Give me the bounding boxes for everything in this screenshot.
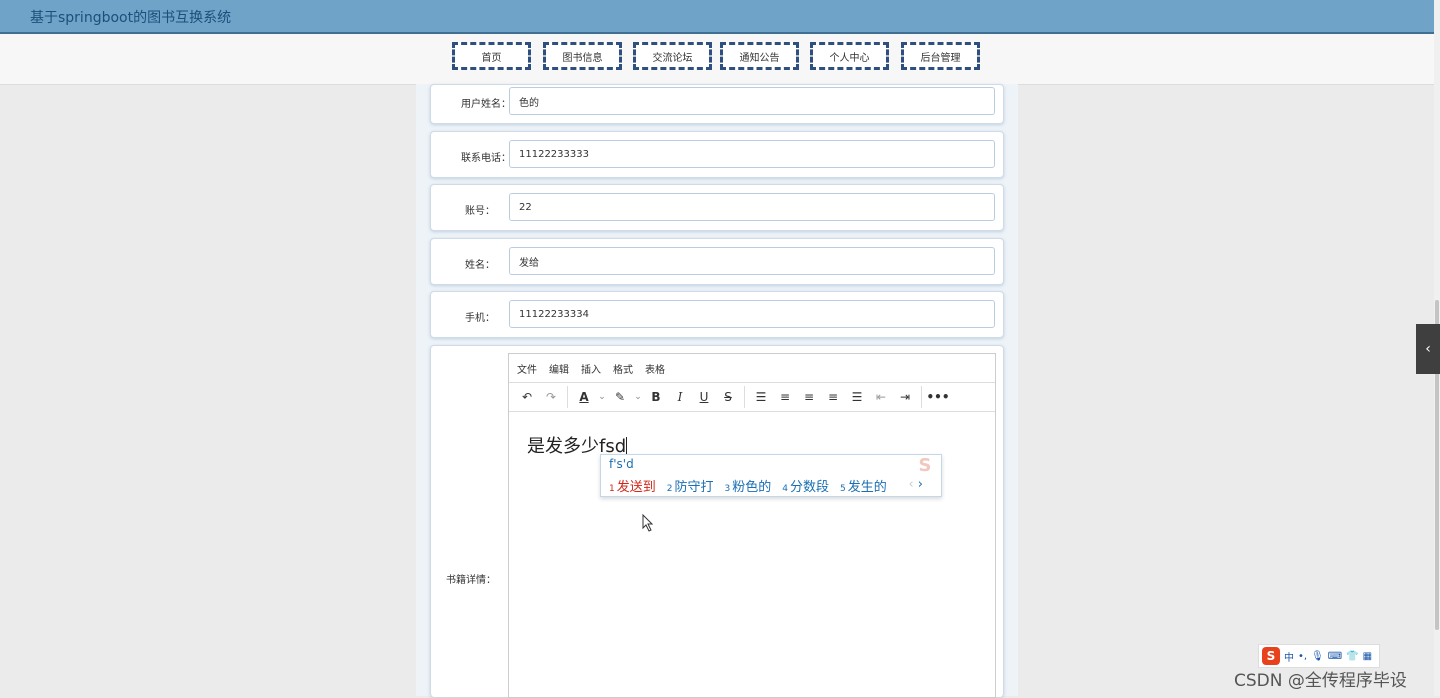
form-row-mobile: 手机： (430, 291, 1004, 338)
field-label: 账号： (465, 206, 495, 217)
ime-next-icon[interactable]: › (918, 477, 923, 492)
menu-format[interactable]: 格式 (613, 361, 633, 376)
ime-page-arrows[interactable]: ‹ › (908, 477, 923, 492)
watermark: CSDN @全传程序毕设 (1234, 671, 1407, 691)
username-input[interactable] (509, 87, 995, 115)
microphone-icon[interactable]: 🎙 (1311, 651, 1324, 662)
punctuation-icon[interactable]: •, (1298, 651, 1307, 662)
ime-composition: f's'd (609, 457, 634, 471)
contact-phone-input[interactable] (509, 140, 995, 168)
nav-admin[interactable]: 后台管理 (901, 42, 980, 70)
account-input[interactable] (509, 193, 995, 221)
font-color-dropdown-icon[interactable]: ⌄ (596, 386, 608, 408)
name-input[interactable] (509, 247, 995, 275)
book-detail-label: 书籍详情： (446, 575, 496, 586)
ime-candidate[interactable]: 5 发生的 (840, 476, 887, 495)
bold-icon[interactable]: B (644, 386, 668, 408)
font-color-icon[interactable]: A (572, 386, 596, 408)
nav-notice[interactable]: 通知公告 (720, 42, 799, 70)
main-nav: 首页 图书信息 交流论坛 通知公告 个人中心 后台管理 (0, 34, 1434, 85)
editor-menubar: 文件 编辑 插入 格式 表格 (509, 354, 995, 383)
highlight-icon[interactable]: ✎ (608, 386, 632, 408)
menu-table[interactable]: 表格 (645, 361, 665, 376)
strikethrough-icon[interactable]: S (716, 386, 740, 408)
sogou-logo-icon: S (1262, 647, 1280, 665)
align-justify-icon[interactable]: ☰ (845, 386, 869, 408)
ime-candidate[interactable]: 3 粉色的 (725, 476, 772, 495)
ime-candidate[interactable]: 2 防守打 (667, 476, 714, 495)
editor-toolbar: ↶ ↷ A ⌄ ✎ ⌄ B I U S ☰ ≡ ≡ ≡ ☰ ⇤ ⇥ ••• (509, 383, 995, 412)
nav-home[interactable]: 首页 (452, 42, 531, 70)
ime-mode-indicator[interactable]: 中 (1284, 649, 1294, 664)
highlight-dropdown-icon[interactable]: ⌄ (632, 386, 644, 408)
align-center-icon[interactable]: ≡ (797, 386, 821, 408)
align-left-icon[interactable]: ≡ (773, 386, 797, 408)
redo-icon[interactable]: ↷ (539, 386, 563, 408)
mouse-cursor-icon (642, 514, 654, 532)
form-row-name: 姓名： (430, 238, 1004, 285)
form-row-contact-phone: 联系电话： (430, 131, 1004, 178)
field-label: 用户姓名： (461, 99, 511, 110)
italic-icon[interactable]: I (668, 386, 692, 408)
underline-icon[interactable]: U (692, 386, 716, 408)
indent-icon[interactable]: ⇥ (893, 386, 917, 408)
sogou-logo-icon: S (918, 455, 932, 476)
outdent-icon[interactable]: ⇤ (869, 386, 893, 408)
nav-forum[interactable]: 交流论坛 (633, 42, 712, 70)
ime-candidates: 1 发送到 2 防守打 3 粉色的 4 分数段 5 发生的 (609, 476, 898, 495)
app-title: 基于springboot的图书互换系统 (30, 10, 232, 26)
nav-book-info[interactable]: 图书信息 (543, 42, 622, 70)
more-icon[interactable]: ••• (926, 386, 950, 408)
rich-text-editor[interactable]: 文件 编辑 插入 格式 表格 ↶ ↷ A ⌄ ✎ ⌄ B I U S ☰ ≡ ≡… (508, 353, 996, 698)
form-row-account: 账号： (430, 184, 1004, 231)
menu-insert[interactable]: 插入 (581, 361, 601, 376)
mobile-input[interactable] (509, 300, 995, 328)
align-right-icon[interactable]: ≡ (821, 386, 845, 408)
ime-candidate[interactable]: 4 分数段 (782, 476, 829, 495)
toolbox-icon[interactable]: ▦ (1363, 651, 1372, 662)
chevron-left-icon: ‹ (1425, 341, 1431, 357)
ime-prev-icon[interactable]: ‹ (908, 477, 913, 492)
side-collapse-tab[interactable]: ‹ (1416, 324, 1440, 374)
ime-candidate-window[interactable]: f's'd 1 发送到 2 防守打 3 粉色的 4 分数段 5 发生的 ‹ › S (600, 454, 942, 497)
menu-file[interactable]: 文件 (517, 361, 537, 376)
field-label: 联系电话： (461, 153, 511, 164)
top-header: 基于springboot的图书互换系统 (0, 0, 1434, 34)
ime-status-bar[interactable]: S 中 •, 🎙 ⌨ 👕 ▦ (1258, 644, 1381, 668)
field-label: 手机： (465, 313, 495, 324)
ime-candidate[interactable]: 1 发送到 (609, 476, 656, 495)
nav-profile[interactable]: 个人中心 (810, 42, 889, 70)
line-height-icon[interactable]: ☰ (749, 386, 773, 408)
keyboard-icon[interactable]: ⌨ (1328, 651, 1342, 662)
menu-edit[interactable]: 编辑 (549, 361, 569, 376)
skin-icon[interactable]: 👕 (1346, 651, 1358, 662)
field-label: 姓名： (465, 260, 495, 271)
undo-icon[interactable]: ↶ (515, 386, 539, 408)
form-row-username: 用户姓名： (430, 84, 1004, 124)
